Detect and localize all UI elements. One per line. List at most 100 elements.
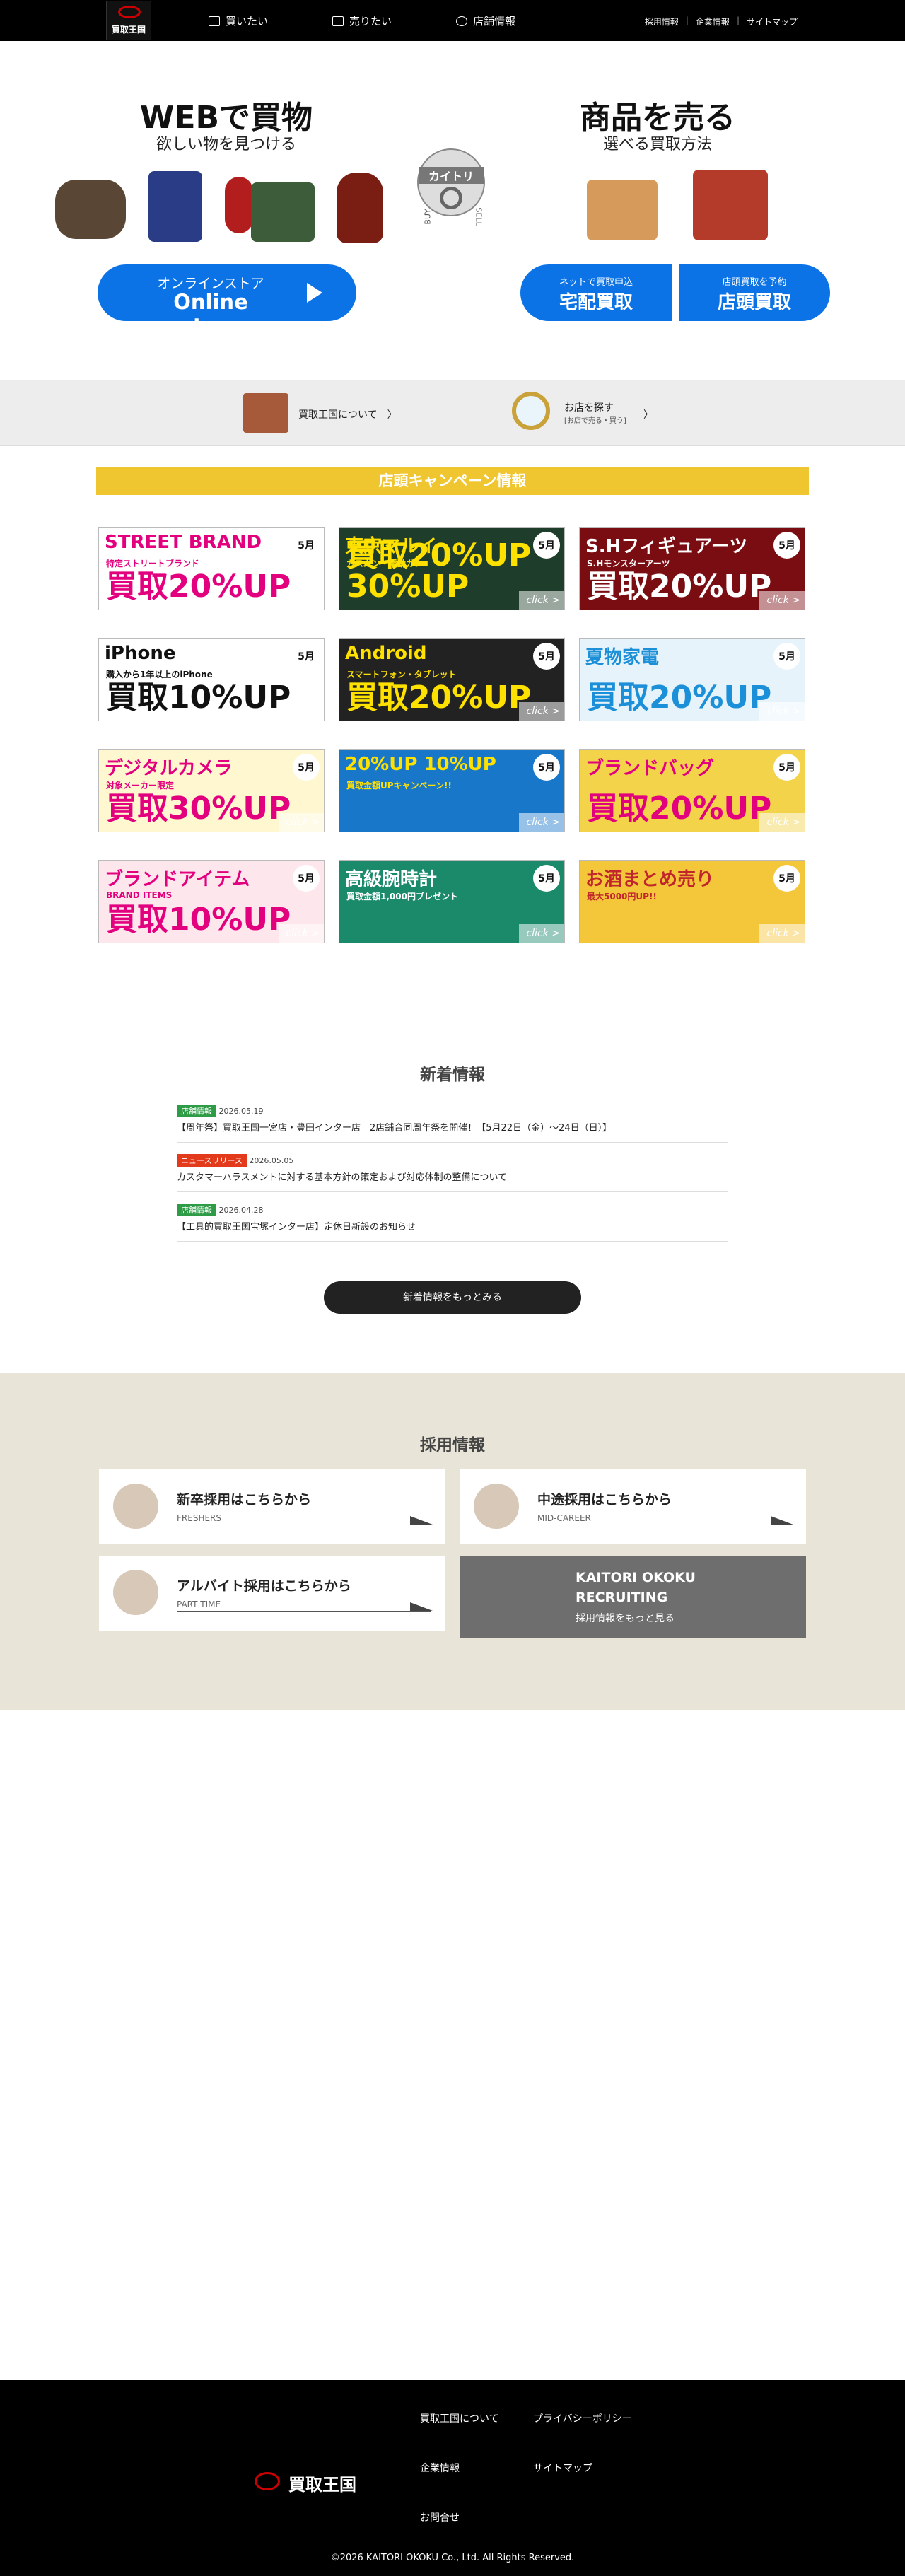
badge-sell: SELL [474,207,484,226]
arrow-icon [410,1516,433,1525]
tile-month: 5月 [293,754,320,781]
parttime-avatar [113,1570,158,1615]
parttime-sub: PART TIME [177,1599,221,1609]
nav-sell[interactable]: 売りたい [332,13,392,28]
tile-heading: S.Hフィギュアーツ [585,536,748,557]
news-text: 【工具的買取王国宝塚インター店】定休日新設のお知らせ [177,1222,416,1232]
buy-title: WEBで買物 [139,100,313,136]
tile-month: 5月 [293,865,320,892]
parttime-title: アルバイト採用はこちらから [177,1578,351,1594]
recruit-more-banner[interactable]: KAITORI OKOKU RECRUITING 採用情報をもっと見る [460,1556,806,1638]
magnifier-icon [512,392,550,430]
tile-percent: 買取20%UP [587,569,772,605]
campaign-tile[interactable]: S.Hフィギュアーツ S.Hモンスターアーツ 買取20%UP 5月 click > [579,527,805,610]
sell-subtitle: 選べる買取方法 [602,136,712,153]
tile-heading: 夏物家電 [585,647,660,668]
campaign-tile[interactable]: iPhone 購入から1年以上のiPhone 買取10%UP 5月 click > [98,638,325,721]
nav-stores[interactable]: 店舗情報 [456,13,515,28]
link-company[interactable]: 企業情報 [696,16,730,28]
store-kaitori-button[interactable]: 店頭買取を予約 店頭買取 [679,264,830,321]
freshers-avatar [113,1484,158,1529]
campaign-tile[interactable]: デジタルカメラ 対象メーカー限定 買取30%UP 5月 click > [98,749,325,832]
news-date: 2026.04.28 [218,1206,264,1215]
tile-click-label: click > [759,813,805,832]
logo-mark-icon [118,6,141,18]
link-recruit[interactable]: 採用情報 [645,16,679,28]
tile-sub: 買取金額UPキャンペーン!! [346,781,452,791]
news-item[interactable]: 店舗情報 2026.04.28 【工具的買取王国宝塚インター店】定休日新設のお知ら… [177,1198,728,1242]
tile-percent: 買取10%UP [106,680,291,716]
kaitori-badge: カイトリ [417,148,485,216]
play-arrow-icon [307,283,322,303]
campaign-tile[interactable]: 夏物家電 買取20%UP 5月 click > [579,638,805,721]
campaign-tile[interactable]: Android スマートフォン・タブレット 買取20%UP 5月 click > [339,638,565,721]
buy-subtitle: 欲しい物を見つける [156,136,296,153]
store-thumb-image [243,393,288,433]
product-jacket-image [251,182,315,242]
recruit-freshers-card[interactable]: 新卒採用はこちらから FRESHERS [99,1469,445,1544]
about-link[interactable]: 買取王国について 〉 [298,407,411,421]
tile-click-label: click > [519,702,564,721]
tile-month: 5月 [293,532,320,559]
nav-stores-label: 店舗情報 [473,15,516,28]
site-logo[interactable]: 買取王国 [106,1,151,40]
campaign-tile[interactable]: 東京マルイ ガスガン・電動ガン 買取20%UP 30%UP 5月 click > [339,527,565,610]
delivery-kaitori-button[interactable]: ネットで買取申込 宅配買取 [520,264,672,321]
tile-click-label: click > [759,924,805,943]
header-sub-links: 採用情報 | 企業情報 | サイトマップ [644,16,798,28]
campaign-tile[interactable]: 高級腕時計 買取金額1,000円プレゼント 5月 click > [339,860,565,943]
nav-buy-label: 買いたい [226,15,269,28]
footer-link-about[interactable]: 買取王国について [420,2411,499,2425]
tile-heading: STREET BRAND [105,532,262,553]
campaign-title: 店頭キャンペーン情報 [96,467,809,495]
news-date: 2026.05.05 [249,1156,294,1165]
badge-buy: BUY [423,209,433,225]
recruit-banner-l2: RECRUITING [576,1590,668,1605]
product-sneaker-image [225,177,253,233]
footer-link-company[interactable]: 企業情報 [420,2461,460,2475]
campaign-tile[interactable]: 20%UP 10%UP 買取金額UPキャンペーン!! 5月 click > [339,749,565,832]
find-store-link[interactable]: お店を探す [お店で売る・買う] 〉 [564,400,663,425]
delivery-small: ネットで買取申込 [559,277,633,288]
sell-icon [332,16,344,26]
tile-click-label: click > [759,702,805,721]
online-store-button[interactable]: オンラインストア Online store [98,264,356,338]
info-bar: 買取王国について 〉 お店を探す [お店で売る・買う] 〉 [0,380,905,446]
sell-title: 商品を売る [580,100,735,136]
store-small: 店頭買取を予約 [722,277,787,288]
nav-buy[interactable]: 買いたい [209,13,268,28]
store-pin-icon [456,16,467,26]
freshers-title: 新卒採用はこちらから [177,1492,312,1508]
cardboard-box-image [587,180,658,240]
tile-heading: デジタルカメラ [105,758,233,779]
recruit-banner-l1: KAITORI OKOKU [576,1570,696,1585]
tile-sub: BRAND ITEMS [106,890,173,900]
tile-heading: iPhone [105,643,176,664]
tile-percent: 買取10%UP [106,902,291,938]
product-bag-image [55,180,126,239]
campaign-tile[interactable]: ブランドバッグ 買取20%UP 5月 click > [579,749,805,832]
tile-click-label: click > [279,702,324,721]
tile-percent: 買取20%UP [346,680,532,716]
campaign-tile[interactable]: ブランドアイテム BRAND ITEMS 買取10%UP 5月 click > [98,860,325,943]
news-item[interactable]: 店舗情報 2026.05.19 【周年祭】買取王国一宮店・豊田インター店 2店舗合… [177,1099,728,1143]
tile-month: 5月 [773,643,800,670]
footer-link-sitemap[interactable]: サイトマップ [533,2461,592,2475]
recruit-parttime-card[interactable]: アルバイト採用はこちらから PART TIME [99,1556,445,1631]
news-tag: 店舗情報 [177,1105,216,1117]
campaign-tile[interactable]: STREET BRAND 特定ストリートブランド 買取20%UP 5月 click > [98,527,325,610]
news-more-button[interactable]: 新着情報をもっとみる [324,1281,581,1314]
footer-logo-text[interactable]: 買取王国 [288,2471,356,2495]
tile-sub: S.Hモンスターアーツ [587,559,670,569]
campaign-tile[interactable]: お酒まとめ売り 最大5000円UP!! 5月 click > [579,860,805,943]
site-footer: 買取王国 買取王国について プライバシーポリシー 企業情報 サイトマップ お問合… [0,2380,905,2576]
news-item[interactable]: ニュースリリース 2026.05.05 カスタマーハラスメントに対する基本方針の策… [177,1148,728,1192]
news-date: 2026.05.19 [218,1107,264,1116]
footer-link-contact[interactable]: お問合せ [420,2510,460,2524]
link-sitemap[interactable]: サイトマップ [747,16,798,28]
footer-link-privacy[interactable]: プライバシーポリシー [533,2411,632,2425]
tile-month: 5月 [533,754,560,781]
tile-month: 5月 [533,865,560,892]
recruit-title: 採用情報 [420,1436,485,1455]
recruit-midcareer-card[interactable]: 中途採用はこちらから MID-CAREER [460,1469,806,1544]
